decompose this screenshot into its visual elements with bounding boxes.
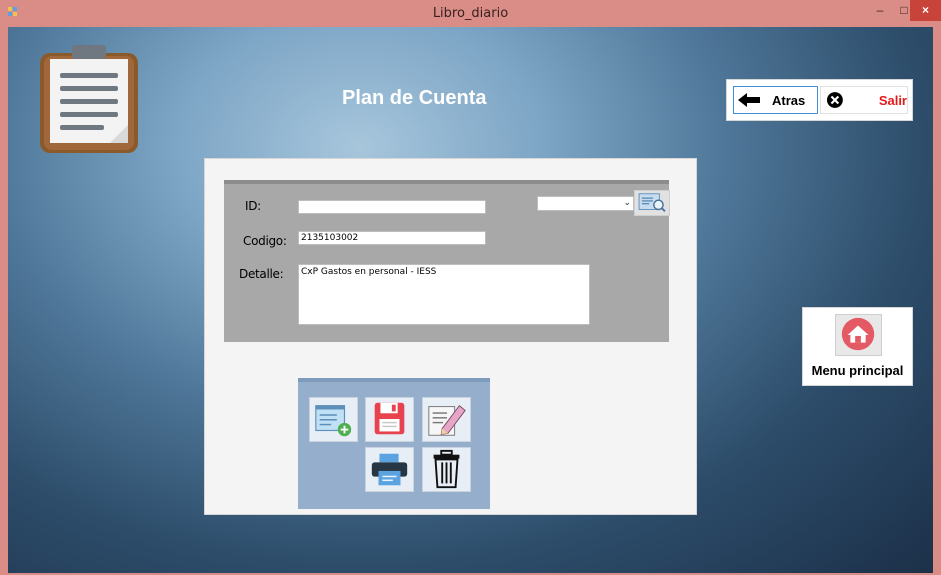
detalle-field[interactable]: CxP Gastos en personal - IESS [298, 264, 590, 325]
window-title: Libro_diario [432, 6, 509, 21]
edit-pencil-icon [428, 404, 466, 436]
chevron-down-icon: ⌄ [623, 197, 631, 207]
exit-button[interactable]: Salir [820, 86, 908, 114]
save-button[interactable] [365, 397, 414, 442]
print-button[interactable] [365, 447, 414, 492]
new-button[interactable] [309, 397, 358, 442]
home-icon [841, 317, 875, 351]
detalle-label: Detalle: [239, 267, 284, 281]
edit-button[interactable] [422, 397, 471, 442]
navigation-panel: Atras Salir [726, 79, 913, 121]
delete-button[interactable] [422, 447, 471, 492]
close-button[interactable]: × [910, 0, 941, 21]
search-button[interactable] [634, 190, 670, 216]
id-field[interactable] [298, 200, 486, 214]
codigo-field[interactable]: 2135103002 [298, 231, 486, 245]
close-circle-icon [826, 92, 843, 108]
account-form-panel: ID: ⌄ Codigo: 2135103002 Detalle: CxP Ga… [204, 158, 697, 515]
form-client-area: Plan de Cuenta Atras Salir Menu principa… [8, 27, 933, 573]
search-document-icon [638, 193, 666, 212]
exit-button-label: Salir [878, 92, 907, 108]
minimize-button[interactable]: – [868, 0, 892, 21]
actions-group [298, 378, 490, 509]
window-border-right [933, 27, 941, 575]
main-menu-panel: Menu principal [802, 307, 913, 386]
clipboard-icon [40, 45, 138, 153]
account-data-group: ID: ⌄ Codigo: 2135103002 Detalle: CxP Ga… [224, 180, 670, 342]
printer-icon [371, 453, 408, 486]
id-label: ID: [245, 199, 261, 213]
trash-icon [433, 449, 460, 489]
page-title: Plan de Cuenta [342, 87, 487, 109]
account-select[interactable]: ⌄ [537, 196, 634, 211]
main-menu-label: Menu principal [811, 363, 904, 378]
back-button-label: Atras [772, 92, 806, 108]
floppy-disk-icon [374, 402, 405, 435]
back-button[interactable]: Atras [733, 86, 818, 114]
window-border-left [0, 27, 8, 575]
arrow-left-icon [738, 93, 760, 107]
main-menu-button[interactable] [835, 314, 882, 356]
codigo-label: Codigo: [243, 234, 287, 248]
new-document-icon [315, 405, 352, 437]
title-bar: Libro_diario – □ × [0, 0, 941, 27]
